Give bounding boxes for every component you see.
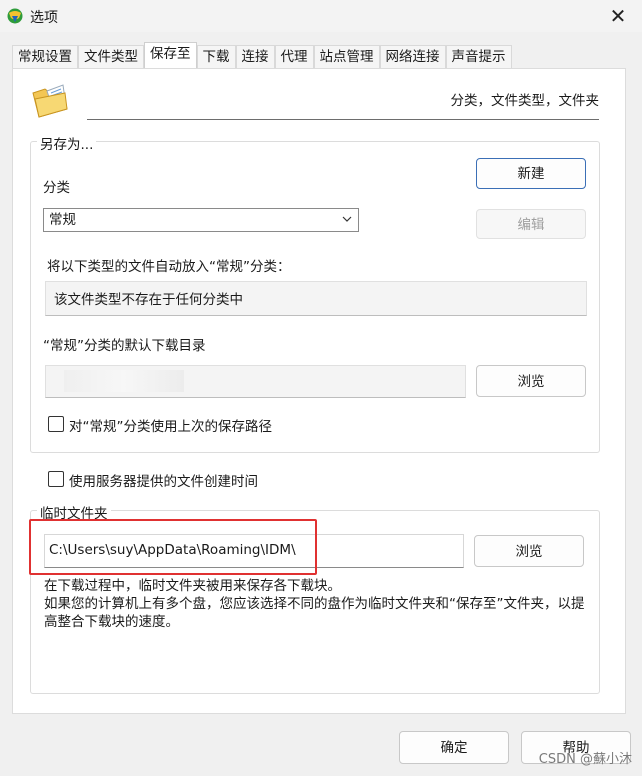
- close-icon[interactable]: ✕: [602, 2, 634, 30]
- auto-assign-label: 将以下类型的文件自动放入“常规”分类：: [47, 259, 291, 275]
- tab-downloads[interactable]: 下载: [196, 45, 236, 68]
- header-description: 分类，文件类型，文件夹: [450, 93, 600, 109]
- browse-temp-folder-button[interactable]: 浏览: [474, 535, 584, 567]
- browse-default-dir-button[interactable]: 浏览: [476, 365, 586, 397]
- use-last-path-checkbox[interactable]: [48, 416, 64, 432]
- tab-general[interactable]: 常规设置: [12, 45, 78, 68]
- watermark: CSDN @蘇小沐: [538, 752, 632, 767]
- blurred-path: [64, 370, 184, 392]
- window-title: 选项: [30, 10, 58, 26]
- file-types-field: 该文件类型不存在于任何分类中: [45, 281, 587, 316]
- tab-strip: 常规设置 文件类型 保存至 下载 连接 代理 站点管理 网络连接 声音提示: [12, 42, 512, 69]
- use-last-path-label: 对“常规”分类使用上次的保存路径: [69, 419, 272, 435]
- temp-folder-description: 在下载过程中，临时文件夹被用来保存各下载块。 如果您的计算机上有多个盘，您应该选…: [44, 578, 585, 630]
- tab-connection[interactable]: 连接: [235, 45, 275, 68]
- category-select[interactable]: 常规: [43, 208, 359, 232]
- tab-file-types[interactable]: 文件类型: [78, 45, 144, 68]
- chevron-down-icon: [342, 216, 352, 222]
- highlight-annotation: [29, 519, 317, 575]
- tab-site-management[interactable]: 站点管理: [313, 45, 380, 68]
- server-time-checkbox[interactable]: [48, 471, 64, 487]
- idm-globe-icon: [7, 8, 23, 24]
- tab-proxy[interactable]: 代理: [274, 45, 314, 68]
- default-dir-field[interactable]: [45, 365, 466, 398]
- server-time-label: 使用服务器提供的文件创建时间: [69, 474, 258, 490]
- save-as-group-title: 另存为...: [37, 133, 97, 153]
- folder-icon: [32, 84, 68, 118]
- tab-network[interactable]: 网络连接: [379, 45, 446, 68]
- category-select-value: 常规: [49, 212, 76, 228]
- ok-button[interactable]: 确定: [399, 731, 509, 764]
- new-category-button[interactable]: 新建: [476, 158, 586, 189]
- edit-category-button[interactable]: 编辑: [476, 209, 586, 239]
- category-label: 分类: [43, 180, 70, 196]
- header-divider: [87, 119, 599, 120]
- default-dir-label: “常规”分类的默认下载目录: [43, 338, 206, 354]
- title-bar: 选项 ✕: [0, 0, 642, 32]
- tab-save-to[interactable]: 保存至: [144, 42, 197, 69]
- tab-sounds[interactable]: 声音提示: [445, 45, 512, 68]
- file-types-value: 该文件类型不存在于任何分类中: [54, 292, 243, 308]
